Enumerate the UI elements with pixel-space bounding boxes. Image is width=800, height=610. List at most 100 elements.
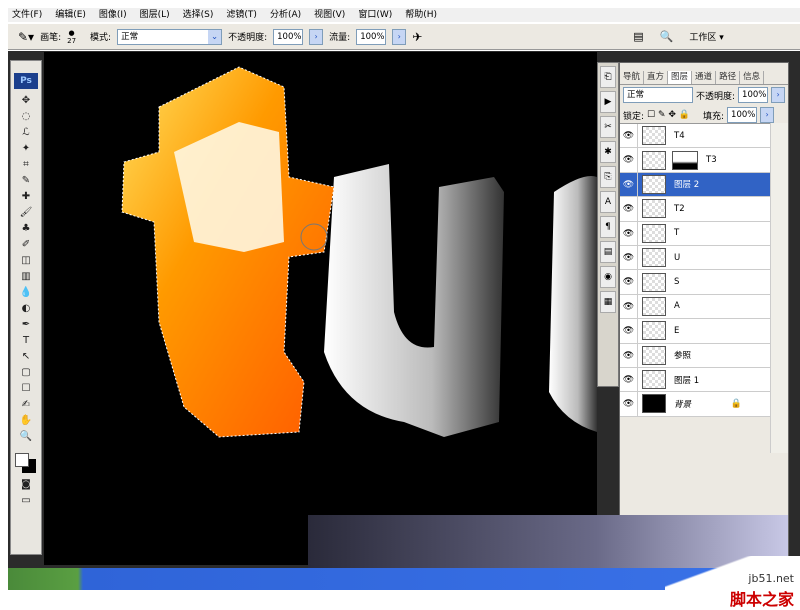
workspace-button[interactable]: 工作区 ▾ — [689, 30, 723, 43]
layer-row[interactable]: 👁 图层 2 — [620, 172, 770, 198]
clone-source-icon[interactable]: ⎘ — [600, 166, 616, 188]
eye-icon[interactable]: 👁 — [620, 172, 638, 197]
tool-icon[interactable]: ◌ — [11, 109, 41, 125]
panel-tab[interactable]: 路径 — [716, 71, 741, 84]
layers-scrollbar[interactable] — [770, 123, 788, 453]
mode-select[interactable]: 正常 ⌄ — [117, 28, 223, 45]
layer-row[interactable]: 👁 T — [620, 221, 770, 246]
tool-icon[interactable]: ✒ — [11, 317, 41, 333]
menu-item[interactable]: 分析(A) — [270, 8, 301, 22]
palette-icon[interactable]: ▤ — [633, 30, 643, 43]
layer-row[interactable]: 👁 T4 — [620, 124, 770, 149]
menu-item[interactable]: 图层(L) — [140, 8, 170, 22]
tool-icon[interactable]: ✋ — [11, 413, 41, 429]
tool-icon[interactable]: ♣ — [11, 221, 41, 237]
eye-icon[interactable]: 👁 — [620, 294, 638, 319]
panel-tab[interactable]: 直方 — [644, 71, 669, 84]
eye-icon[interactable]: 👁 — [620, 221, 638, 245]
layer-thumbnail — [642, 370, 666, 390]
eye-icon[interactable]: 👁 — [620, 319, 638, 343]
brush-picker[interactable]: ● 27 — [67, 29, 76, 45]
panel-tab[interactable]: 信息 — [740, 71, 765, 84]
panel-tab[interactable]: 导航 — [620, 71, 645, 84]
tool-icon[interactable]: ✚ — [11, 189, 41, 205]
menu-item[interactable]: 编辑(E) — [55, 8, 86, 22]
layer-opacity-arrow[interactable]: › — [771, 87, 786, 103]
tool-presets-icon[interactable]: ✂ — [600, 116, 616, 138]
tool-icon[interactable]: T — [11, 333, 41, 349]
tool-icon[interactable]: ✍ — [11, 397, 41, 413]
layer-row[interactable]: 👁 T3 — [620, 148, 770, 173]
panel-tab[interactable]: 通道 — [692, 71, 717, 84]
layer-opacity-input[interactable]: 100% — [738, 87, 769, 103]
menu-item[interactable]: 视图(V) — [314, 8, 345, 22]
layer-row[interactable]: 👁 参照 — [620, 343, 770, 368]
styles-icon[interactable]: ◉ — [600, 266, 616, 288]
tool-icon[interactable]: ✥ — [11, 93, 41, 109]
eye-icon[interactable]: 👁 — [620, 270, 638, 294]
tool-icon[interactable]: ↖ — [11, 349, 41, 365]
layer-thumbnail — [642, 126, 666, 146]
brushes-icon[interactable]: ✱ — [600, 141, 616, 163]
swatches-icon[interactable]: ▦ — [600, 291, 616, 313]
flow-arrow[interactable]: › — [392, 28, 407, 45]
eye-icon[interactable]: 👁 — [620, 367, 638, 392]
flow-label: 流量: — [329, 33, 351, 43]
layer-thumbnail — [642, 272, 666, 292]
document-canvas[interactable] — [44, 52, 597, 565]
panel-tab[interactable]: 图层 — [668, 71, 693, 84]
layer-row[interactable]: 👁 图层 1 — [620, 367, 770, 393]
paragraph-icon[interactable]: ¶ — [600, 216, 616, 238]
tool-icon[interactable]: 🔍 — [11, 429, 41, 445]
tool-icon[interactable]: ✐ — [11, 237, 41, 253]
lock-icons[interactable]: ☐ ✎ ✥ 🔒 — [647, 110, 690, 120]
airbrush-icon[interactable]: ✈ — [412, 30, 422, 44]
layer-comps-icon[interactable]: ▤ — [600, 241, 616, 263]
menu-item[interactable]: 文件(F) — [12, 8, 42, 22]
menu-item[interactable]: 选择(S) — [183, 8, 214, 22]
eye-icon[interactable]: 👁 — [620, 197, 638, 221]
tool-icon[interactable]: 🖌 — [11, 205, 41, 221]
eye-icon[interactable]: 👁 — [620, 392, 638, 416]
eye-icon[interactable]: 👁 — [620, 245, 638, 270]
fill-arrow[interactable]: › — [760, 107, 775, 123]
screen-mode-icon[interactable]: ▭ — [11, 493, 41, 509]
opacity-arrow[interactable]: › — [309, 28, 324, 45]
tool-icon[interactable]: ℒ — [11, 125, 41, 141]
layer-row[interactable]: 👁 U — [620, 245, 770, 271]
menu-item[interactable]: 窗口(W) — [358, 8, 392, 22]
tool-icon[interactable]: ☐ — [11, 381, 41, 397]
tool-icon[interactable]: ▥ — [11, 269, 41, 285]
layer-row[interactable]: 👁 E — [620, 319, 770, 344]
tool-icon[interactable]: ✦ — [11, 141, 41, 157]
menu-item[interactable]: 帮助(H) — [405, 8, 437, 22]
eye-icon[interactable]: 👁 — [620, 148, 638, 172]
layer-mask-thumbnail[interactable] — [672, 150, 698, 170]
blend-mode-select[interactable]: 正常 — [623, 87, 693, 103]
actions-icon[interactable]: ▶ — [600, 91, 616, 113]
layer-row[interactable]: 👁 背景 🔒 — [620, 392, 770, 417]
tool-icon[interactable]: ⌗ — [11, 157, 41, 173]
eye-icon[interactable]: 👁 — [620, 343, 638, 367]
tool-icon[interactable]: ◫ — [11, 253, 41, 269]
layer-row[interactable]: 👁 A — [620, 294, 770, 320]
opacity-input[interactable]: 100% — [273, 28, 304, 45]
quick-mask-icon[interactable]: ◙ — [11, 477, 41, 493]
history-icon[interactable]: ⎗ — [600, 66, 616, 88]
layer-row[interactable]: 👁 S — [620, 270, 770, 295]
tool-icon[interactable]: ✎ — [11, 173, 41, 189]
tool-icon[interactable]: ▢ — [11, 365, 41, 381]
layer-name: 参照 — [674, 351, 692, 362]
eye-icon[interactable]: 👁 — [620, 124, 638, 148]
brush-tool-icon[interactable]: ✎▾ — [18, 30, 34, 44]
color-swatches[interactable] — [11, 451, 41, 477]
flow-input[interactable]: 100% — [356, 28, 387, 45]
layer-row[interactable]: 👁 T2 — [620, 197, 770, 222]
tool-icon[interactable]: 💧 — [11, 285, 41, 301]
menu-item[interactable]: 图像(I) — [99, 8, 127, 22]
tool-icon[interactable]: ◐ — [11, 301, 41, 317]
file-browser-icon[interactable]: 🔍 — [660, 30, 674, 43]
fill-input[interactable]: 100% — [727, 107, 758, 123]
character-icon[interactable]: A — [600, 191, 616, 213]
menu-item[interactable]: 滤镜(T) — [226, 8, 257, 22]
